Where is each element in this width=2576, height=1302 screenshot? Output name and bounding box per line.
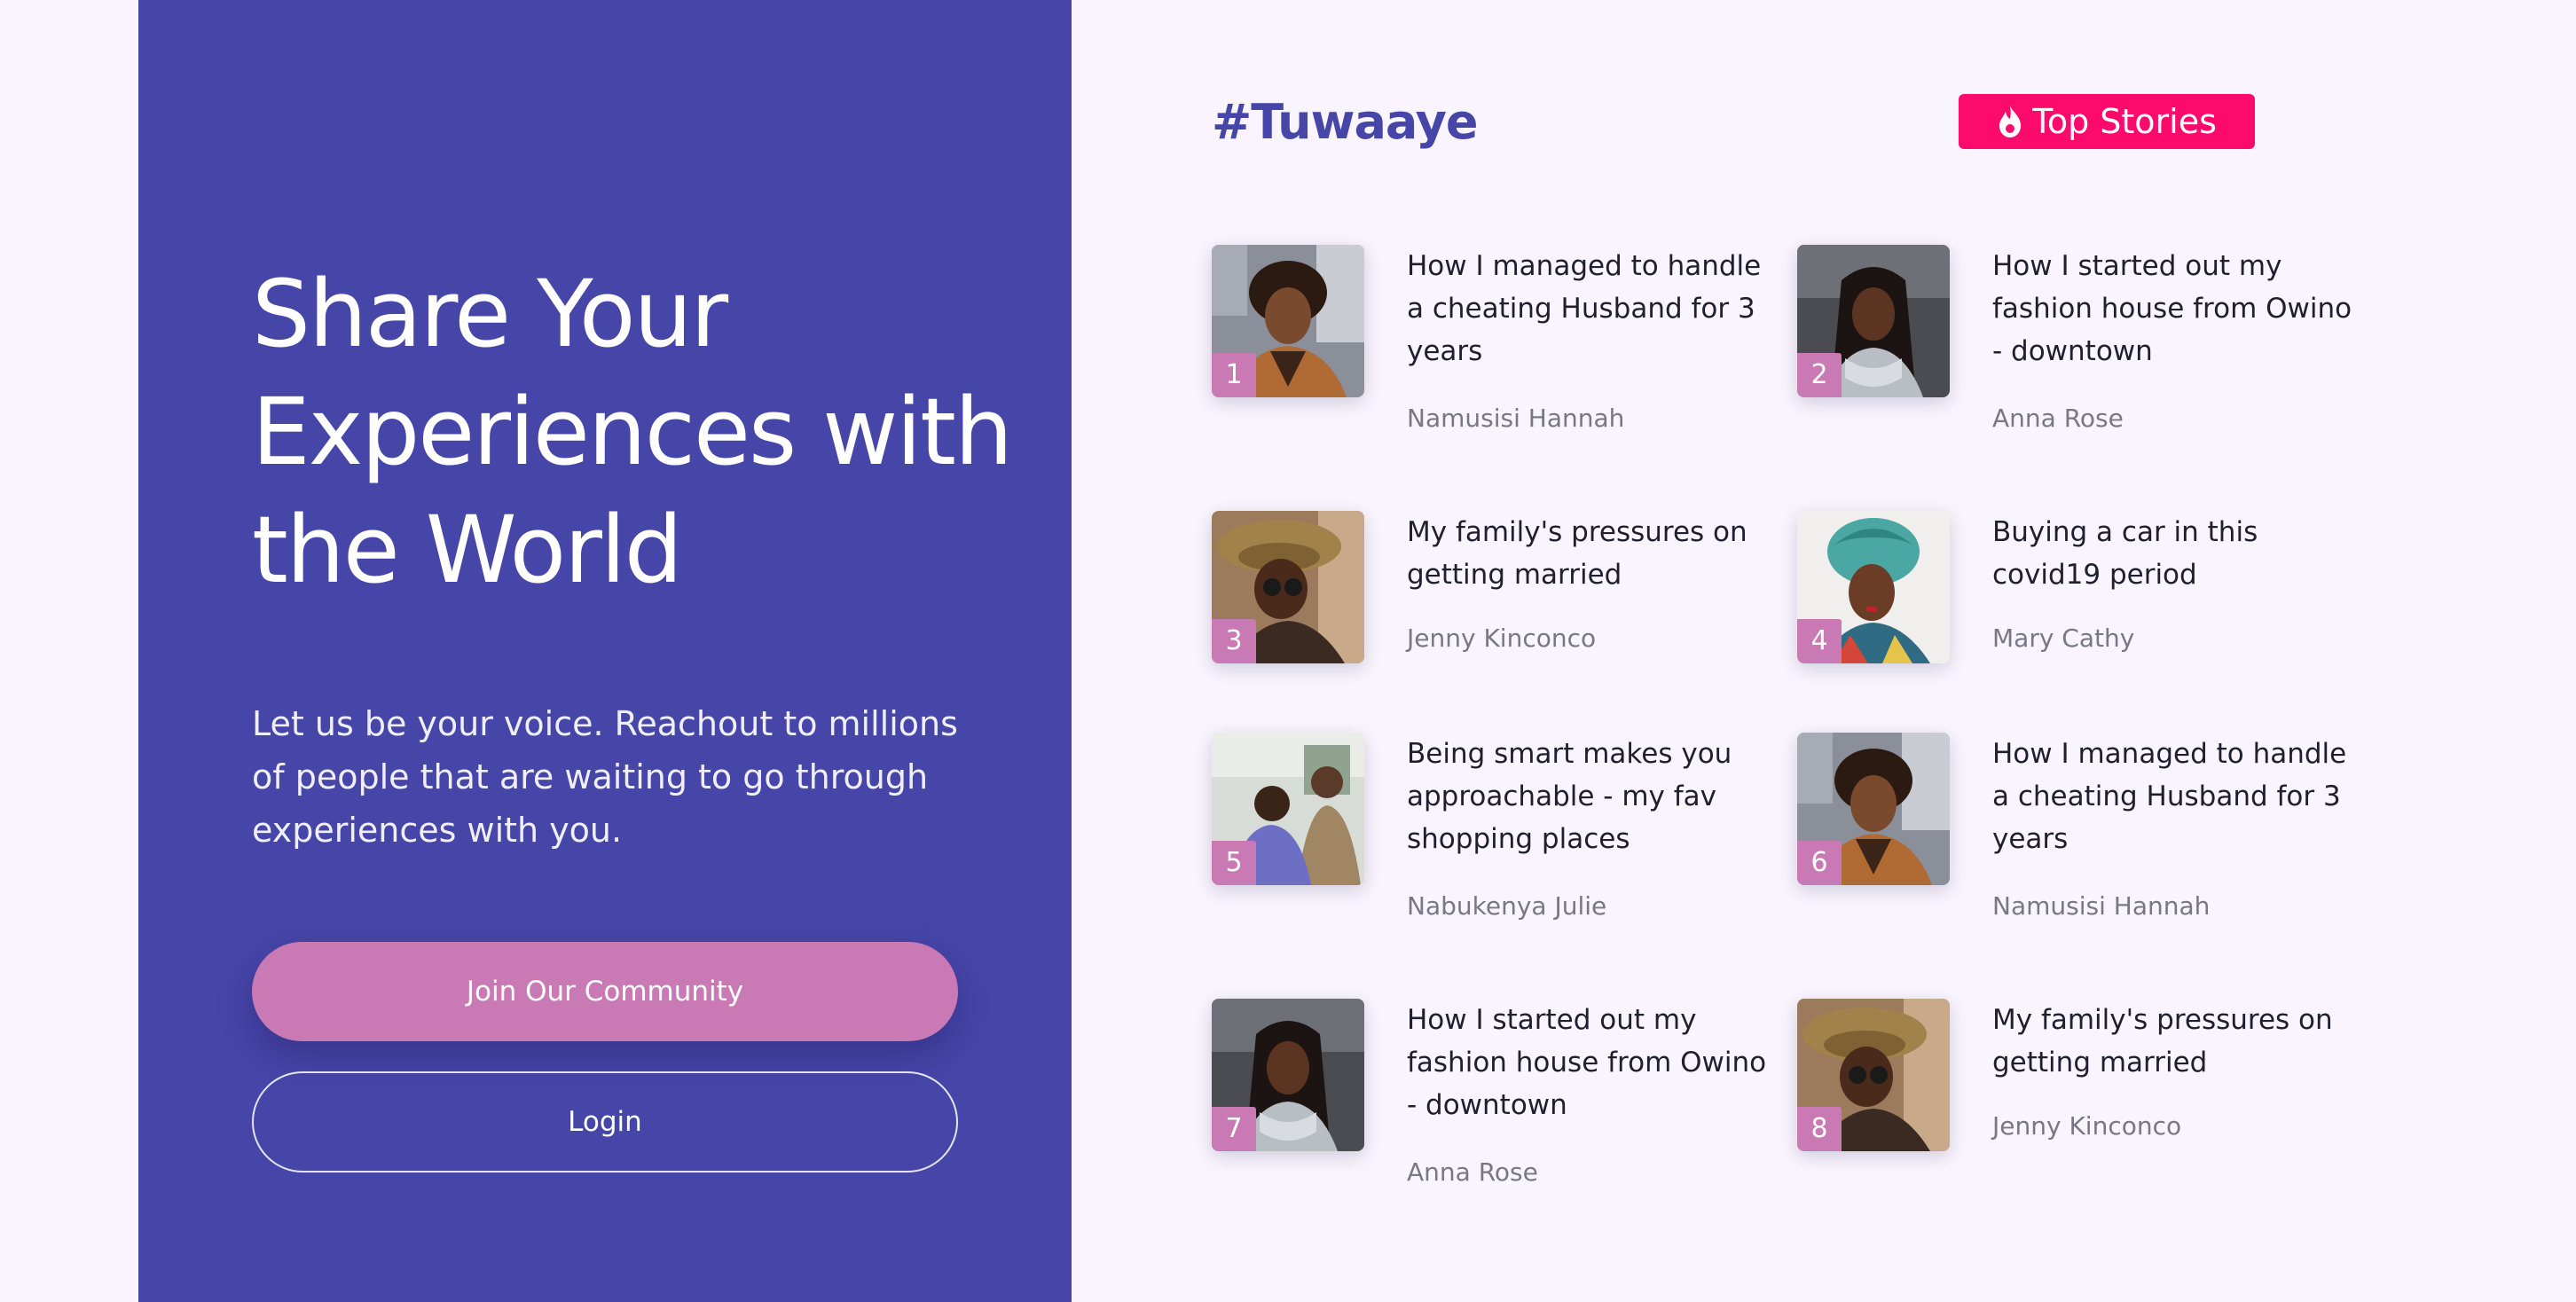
story-title[interactable]: Being smart makes you approachable - my … (1407, 733, 1779, 860)
story-title[interactable]: How I started out my fashion house from … (1407, 999, 1779, 1126)
story-thumbnail: 2 (1797, 245, 1950, 397)
rank-badge: 7 (1212, 1107, 1256, 1151)
story-thumbnail: 8 (1797, 999, 1950, 1151)
brand-logo[interactable]: #Tuwaaye (1212, 92, 1479, 153)
story-item-4[interactable]: 4 Buying a car in this covid19 period Ma… (1797, 511, 2365, 724)
hero-panel: Share Your Experiences with the World Le… (138, 0, 1072, 1302)
rank-badge: 5 (1212, 841, 1256, 885)
rank-badge: 2 (1797, 353, 1842, 397)
rank-badge: 1 (1212, 353, 1256, 397)
story-author: Nabukenya Julie (1407, 891, 1607, 921)
rank-badge: 6 (1797, 841, 1842, 885)
story-title[interactable]: My family's pressures on getting married (1992, 999, 2365, 1084)
story-title[interactable]: How I managed to handle a cheating Husba… (1407, 245, 1779, 373)
story-item-2[interactable]: 2 How I started out my fashion house fro… (1797, 245, 2365, 458)
story-thumbnail: 7 (1212, 999, 1364, 1151)
story-title[interactable]: My family's pressures on getting married (1407, 511, 1779, 596)
top-stories-badge[interactable]: Top Stories (1959, 94, 2255, 149)
story-thumbnail: 5 (1212, 733, 1364, 885)
story-author: Namusisi Hannah (1407, 404, 1625, 433)
top-stories-label: Top Stories (2032, 102, 2217, 141)
story-author: Anna Rose (1407, 1157, 1538, 1187)
story-thumbnail: 1 (1212, 245, 1364, 397)
story-author: Anna Rose (1992, 404, 2124, 433)
flame-icon (1997, 104, 2023, 139)
login-button[interactable]: Login (252, 1071, 958, 1173)
story-author: Jenny Kinconco (1992, 1111, 2182, 1141)
story-title[interactable]: How I started out my fashion house from … (1992, 245, 2365, 373)
story-item-6[interactable]: 6 How I managed to handle a cheating Hus… (1797, 733, 2365, 945)
story-item-3[interactable]: 3 My family's pressures on getting marri… (1212, 511, 1779, 724)
story-thumbnail: 3 (1212, 511, 1364, 663)
story-author: Jenny Kinconco (1407, 624, 1597, 653)
hero-subtitle: Let us be your voice. Reachout to millio… (252, 704, 958, 850)
rank-badge: 8 (1797, 1107, 1842, 1151)
story-author: Namusisi Hannah (1992, 891, 2211, 921)
rank-badge: 3 (1212, 619, 1256, 663)
story-title[interactable]: How I managed to handle a cheating Husba… (1992, 733, 2365, 860)
join-community-button[interactable]: Join Our Community (252, 942, 958, 1041)
story-thumbnail: 4 (1797, 511, 1950, 663)
story-item-8[interactable]: 8 My family's pressures on getting marri… (1797, 999, 2365, 1212)
story-title[interactable]: Buying a car in this covid19 period (1992, 511, 2365, 596)
story-item-5[interactable]: 5 Being smart makes you approachable - m… (1212, 733, 1779, 945)
story-author: Mary Cathy (1992, 624, 2135, 653)
story-item-7[interactable]: 7 How I started out my fashion house fro… (1212, 999, 1779, 1212)
story-thumbnail: 6 (1797, 733, 1950, 885)
story-item-1[interactable]: 1 How I managed to handle a cheating Hus… (1212, 245, 1779, 458)
rank-badge: 4 (1797, 619, 1842, 663)
hero-title: Share Your Experiences with the World (252, 260, 1013, 604)
